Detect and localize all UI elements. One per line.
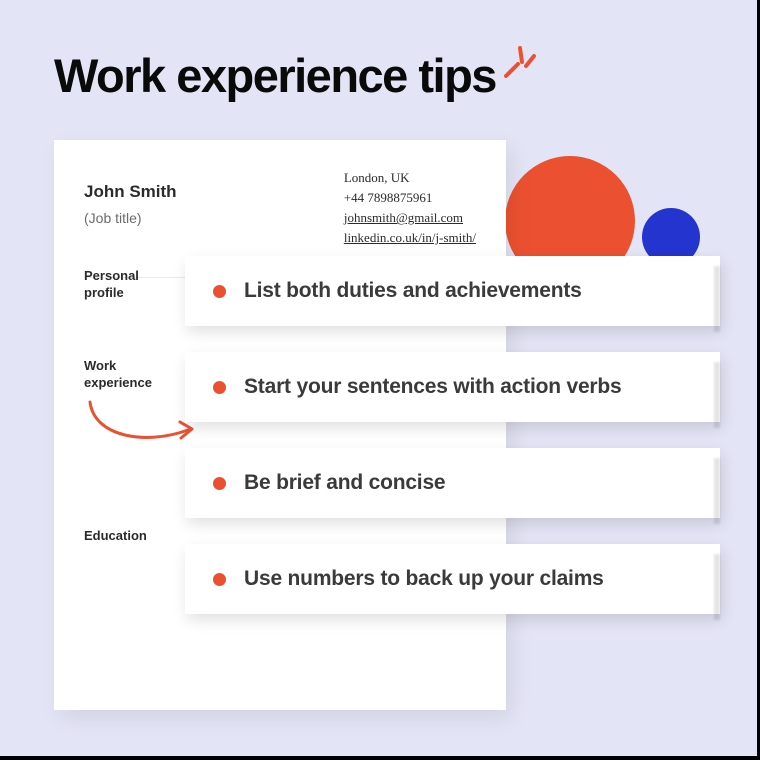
resume-section-work: Work experience (84, 358, 164, 392)
page-title-wrap: Work experience tips (54, 48, 546, 103)
tip-text: Be brief and concise (244, 471, 445, 495)
resume-job-title: (Job title) (84, 210, 177, 226)
resume-phone: +44 7898875961 (344, 188, 476, 208)
page-title: Work experience tips (54, 48, 496, 103)
resume-name: John Smith (84, 182, 177, 202)
tip-text: Start your sentences with action verbs (244, 375, 622, 399)
tip-card: Start your sentences with action verbs (185, 352, 720, 422)
resume-linkedin: linkedin.co.uk/in/j-smith/ (344, 228, 476, 248)
resume-contact: London, UK +44 7898875961 johnsmith@gmai… (344, 168, 476, 249)
resume-location: London, UK (344, 168, 476, 188)
sparkle-icon (498, 40, 546, 88)
tip-text: Use numbers to back up your claims (244, 567, 604, 591)
bullet-icon (213, 285, 226, 298)
tip-card: List both duties and achievements (185, 256, 720, 326)
tips-list: List both duties and achievements Start … (185, 256, 720, 640)
resume-section-education: Education (84, 528, 147, 545)
resume-email: johnsmith@gmail.com (344, 208, 476, 228)
tip-card: Be brief and concise (185, 448, 720, 518)
bullet-icon (213, 573, 226, 586)
bullet-icon (213, 381, 226, 394)
resume-section-profile: Personal profile (84, 268, 164, 302)
bullet-icon (213, 477, 226, 490)
tip-card: Use numbers to back up your claims (185, 544, 720, 614)
tip-text: List both duties and achievements (244, 279, 582, 303)
